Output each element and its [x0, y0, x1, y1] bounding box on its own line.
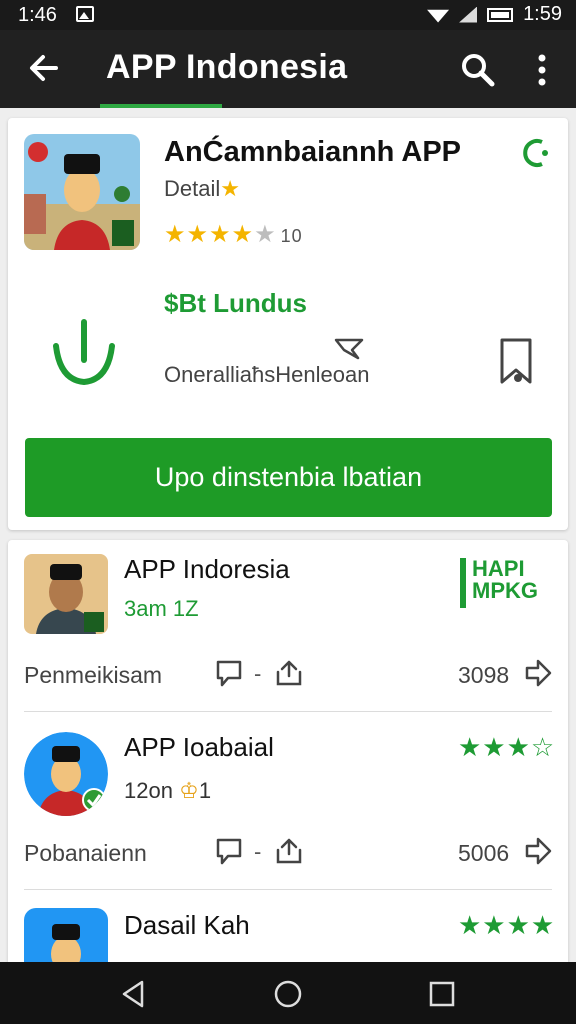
- list-item-label: Penmeikisam: [24, 662, 163, 688]
- app-badge-logo: HAPI MPKG: [460, 558, 552, 608]
- list-item-title: Dasail Kah: [124, 910, 250, 940]
- rating-count: 10: [280, 226, 303, 246]
- detail-label: Detail★: [164, 176, 240, 201]
- list-item-label: Pobanaienn: [24, 840, 147, 866]
- related-apps-card: APP Indoresia 3am 1Z HAPI MPKG Penmeikis…: [8, 540, 568, 992]
- comment-icon[interactable]: [214, 658, 244, 688]
- list-item[interactable]: APP Ioabaial ★★★☆ 12on ♔1 Pobanaienn - 5…: [8, 712, 568, 890]
- list-item-title: APP Indoresia: [124, 554, 290, 584]
- list-item-count: 3098: [458, 662, 510, 688]
- separator-dash: -: [254, 839, 262, 864]
- status-icons: 1:59: [427, 3, 562, 26]
- nav-home-icon[interactable]: [272, 978, 304, 1010]
- list-item[interactable]: APP Indoresia 3am 1Z HAPI MPKG Penmeikis…: [8, 540, 568, 712]
- install-button[interactable]: Upo dinstenbia lbatian: [25, 438, 552, 517]
- search-icon[interactable]: [458, 50, 498, 90]
- more-options-icon[interactable]: [528, 50, 556, 90]
- avatar: [24, 554, 108, 634]
- share-icon[interactable]: [518, 136, 550, 170]
- crown-icon: ♔: [179, 778, 199, 803]
- list-item-title: APP Ioabaial: [124, 732, 274, 762]
- wifi-icon: [427, 9, 450, 23]
- star-rating-icon: ★★★☆: [458, 732, 556, 762]
- status-bar: 1:46 1:59: [0, 0, 576, 30]
- page-title: APP Indonesia: [106, 48, 348, 86]
- app-bar: APP Indonesia: [0, 30, 576, 108]
- app-icon[interactable]: [24, 134, 140, 250]
- download-icon[interactable]: [48, 316, 120, 388]
- nav-back-icon[interactable]: [118, 978, 150, 1010]
- star-filled-icon: ★★★★: [164, 221, 255, 248]
- app-detail-card: AnĆamnbaiannh APP Detail★ ★★★★★ 10 $Bt Lu…: [8, 118, 568, 530]
- system-nav-bar: [0, 962, 576, 1024]
- status-time-left: 1:46: [18, 4, 57, 26]
- developer-name[interactable]: $Bt Lundus: [164, 288, 307, 319]
- avatar: [24, 732, 108, 816]
- battery-icon: [487, 7, 514, 22]
- star-rating-icon: ★★★★: [458, 910, 556, 940]
- separator-dash: -: [254, 661, 262, 686]
- tab-indicator: [100, 104, 222, 108]
- forward-arrow-icon[interactable]: [524, 836, 552, 866]
- detail-star-icon: ★: [220, 176, 240, 201]
- status-time-right: 1:59: [523, 3, 562, 25]
- overall-label: OneralliaħsHenleoan: [164, 362, 370, 387]
- list-item[interactable]: Dasail Kah ★★★★: [8, 890, 568, 992]
- app-name: AnĆamnbaiannh APP: [164, 136, 462, 168]
- signal-icon: [459, 6, 478, 23]
- back-arrow-icon[interactable]: [24, 48, 64, 88]
- list-item-count: 5006: [458, 840, 510, 866]
- rating-stars: ★★★★★ 10: [164, 220, 303, 249]
- share-icon[interactable]: [274, 836, 304, 866]
- bookmark-icon[interactable]: [498, 336, 534, 386]
- nav-recent-apps-icon[interactable]: [428, 980, 456, 1008]
- comment-icon[interactable]: [214, 836, 244, 866]
- list-item-subtitle: 12on ♔1: [124, 778, 212, 803]
- star-empty-icon: ★: [254, 221, 277, 248]
- cast-icon[interactable]: [334, 336, 364, 360]
- forward-arrow-icon[interactable]: [524, 658, 552, 688]
- image-notification-icon: [76, 6, 94, 22]
- list-item-subtitle: 3am 1Z: [124, 596, 199, 621]
- share-icon[interactable]: [274, 658, 304, 688]
